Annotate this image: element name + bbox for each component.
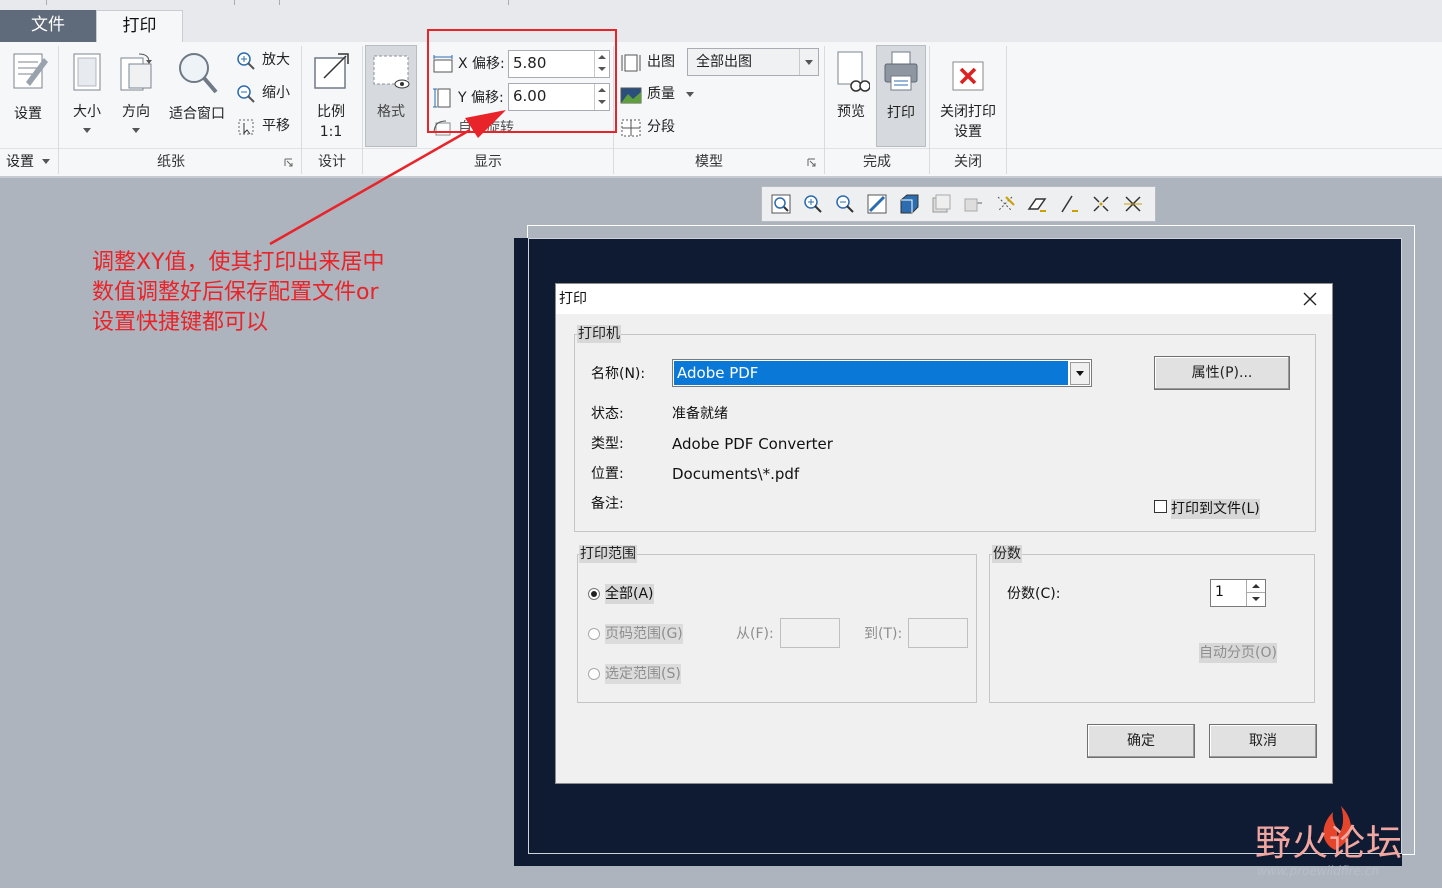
watermark: 野火论坛 www.proewildfire.cn: [1255, 806, 1435, 888]
annotation-line: 设置快捷键都可以: [92, 310, 269, 335]
annotation-text: 调整XY值，使其打印出来居中 数值调整好后保存配置文件or 设置快捷键都可以: [92, 248, 452, 338]
annotation-line: 数值调整好后保存配置文件or: [92, 280, 379, 305]
watermark-url: www.proewildfire.cn: [1257, 864, 1379, 878]
annotation-line: 调整XY值，使其打印出来居中: [92, 250, 385, 275]
watermark-title: 野火论坛: [1255, 823, 1404, 864]
annotation-arrow: [269, 110, 506, 246]
